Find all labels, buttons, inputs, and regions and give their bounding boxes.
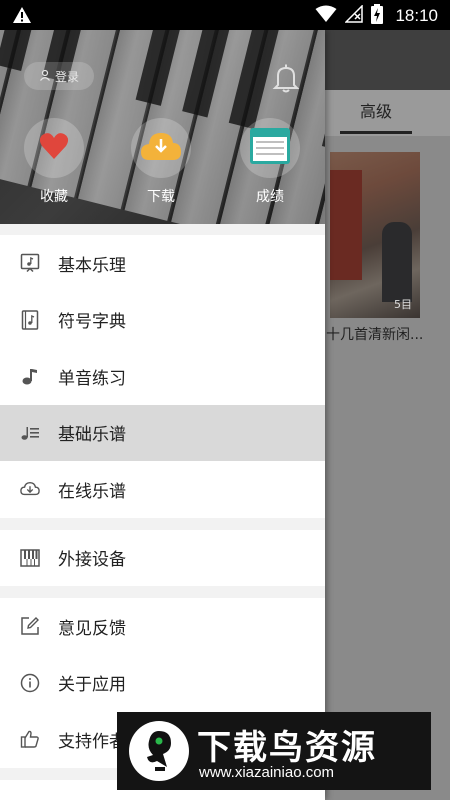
scores-label: 成绩 (256, 189, 284, 205)
menu-item-basic-scores[interactable]: 基础乐谱 (0, 404, 325, 461)
wifi-icon (315, 5, 337, 27)
bird-logo-icon (129, 721, 189, 781)
menu-item-feedback[interactable]: 意见反馈 (0, 598, 325, 655)
menu-label: 符号字典 (58, 312, 126, 333)
download-cloud-icon (140, 130, 182, 166)
watermark-title: 下载鸟资源 (197, 728, 377, 768)
menu-item-about-app[interactable]: 关于应用 (0, 654, 325, 711)
card-title: 十几首清新闲... (326, 327, 424, 343)
menu-label: 基本乐理 (58, 255, 126, 276)
score-card-icon (250, 128, 290, 168)
single-note-icon (20, 366, 40, 386)
cloud-download-icon (20, 479, 40, 499)
piano-keys-icon (20, 548, 40, 568)
menu-group-learning: 基本乐理 符号字典 单音练习 基础乐谱 在线乐谱 (0, 235, 325, 518)
menu-group-devices: 外接设备 (0, 529, 325, 586)
tab-advanced[interactable]: 高级 (340, 90, 412, 136)
scores-button[interactable]: 成绩 (240, 118, 300, 206)
menu-label: 在线乐谱 (58, 481, 126, 502)
menu-item-single-note-practice[interactable]: 单音练习 (0, 348, 325, 405)
menu-label: 关于应用 (58, 675, 126, 696)
score-collection-card[interactable]: 5目 (330, 152, 420, 318)
navigation-drawer: 登录 收藏 下载 成绩 基本乐理 符号字典 单音练习 基础乐谱 在线乐谱 外接设… (0, 30, 325, 800)
battery-charging-icon (371, 4, 384, 28)
thumbs-up-icon (20, 729, 40, 749)
menu-label: 意见反馈 (58, 618, 126, 639)
user-icon (39, 69, 51, 84)
card-image-tram (330, 170, 362, 280)
downloads-label: 下载 (147, 189, 175, 205)
warning-icon (12, 6, 32, 28)
menu-label: 单音练习 (58, 368, 126, 389)
bell-icon[interactable] (272, 63, 300, 93)
menu-label: 外接设备 (58, 550, 126, 571)
card-item-count: 5目 (394, 298, 412, 311)
watermark-url: www.xiazainiao.com (199, 764, 335, 781)
no-signal-icon (344, 4, 364, 27)
login-label: 登录 (54, 69, 79, 84)
menu-label: 基础乐谱 (58, 425, 126, 446)
music-book-icon (20, 310, 40, 330)
tab-indicator (340, 131, 412, 134)
menu-divider (0, 586, 325, 598)
status-bar: 18:10 (0, 0, 450, 30)
heart-icon (39, 132, 69, 164)
tab-advanced-label: 高级 (359, 102, 392, 121)
card-image-people (382, 222, 412, 302)
edit-icon (20, 616, 40, 636)
downloads-button[interactable]: 下载 (131, 118, 191, 206)
favorites-label: 收藏 (40, 189, 68, 205)
login-button[interactable]: 登录 (24, 62, 94, 90)
menu-item-symbol-dictionary[interactable]: 符号字典 (0, 291, 325, 348)
info-icon (20, 673, 40, 693)
clock-time: 18:10 (395, 6, 438, 25)
menu-item-online-scores[interactable]: 在线乐谱 (0, 461, 325, 518)
menu-label: 支持作者 (58, 731, 126, 752)
music-note-icon (20, 253, 40, 273)
menu-item-basic-theory[interactable]: 基本乐理 (0, 235, 325, 292)
menu-item-external-devices[interactable]: 外接设备 (0, 529, 325, 586)
favorites-button[interactable]: 收藏 (24, 118, 84, 206)
watermark-banner: 下载鸟资源 www.xiazainiao.com (117, 712, 431, 790)
menu-divider (0, 517, 325, 530)
drawer-header: 登录 收藏 下载 成绩 (0, 30, 325, 224)
score-list-icon (20, 423, 40, 443)
